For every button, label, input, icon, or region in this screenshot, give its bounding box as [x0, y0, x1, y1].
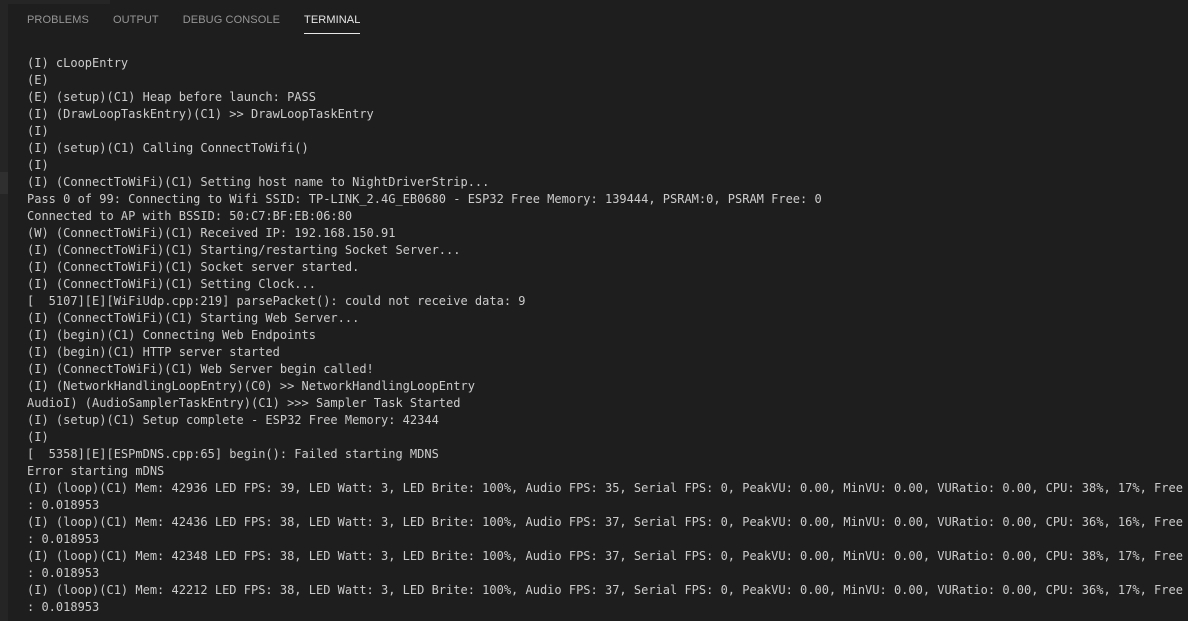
terminal-line: (I) (loop)(C1) Mem: 42936 LED FPS: 39, L… — [27, 481, 1183, 495]
terminal-line: (I) (ConnectToWiFi)(C1) Socket server st… — [27, 260, 360, 274]
terminal-line: (I) — [27, 124, 49, 138]
terminal-line: AudioI) (AudioSamplerTaskEntry)(C1) >>> … — [27, 396, 461, 410]
terminal-line: (I) (setup)(C1) Setup complete - ESP32 F… — [27, 413, 439, 427]
terminal-line: [ 5358][E][ESPmDNS.cpp:65] begin(): Fail… — [27, 447, 439, 461]
terminal-line: : 0.018953 — [27, 600, 100, 614]
tab-terminal[interactable]: TERMINAL — [304, 0, 361, 34]
terminal-line: Error starting mDNS — [27, 464, 165, 478]
terminal-panel: PROBLEMS OUTPUT DEBUG CONSOLE TERMINAL (… — [0, 0, 1188, 621]
terminal-line: : 0.018953 — [27, 498, 100, 512]
terminal-scrollbar[interactable] — [1178, 38, 1188, 621]
terminal-line: Pass 0 of 99: Connecting to Wifi SSID: T… — [27, 192, 822, 206]
terminal-line: (I) (ConnectToWiFi)(C1) Starting/restart… — [27, 243, 461, 257]
terminal-line: (I) — [27, 430, 49, 444]
terminal-line: (I) (ConnectToWiFi)(C1) Starting Web Ser… — [27, 311, 360, 325]
tab-problems[interactable]: PROBLEMS — [27, 0, 89, 34]
terminal-line: (I) (ConnectToWiFi)(C1) Web Server begin… — [27, 362, 374, 376]
terminal-line: : 0.018953 — [27, 532, 100, 546]
terminal-output[interactable]: (I) cLoopEntry (E) (E) (setup)(C1) Heap be… — [27, 55, 1183, 621]
tab-debug-console[interactable]: DEBUG CONSOLE — [183, 0, 280, 34]
tab-output[interactable]: OUTPUT — [113, 0, 159, 34]
terminal-line: (I) (begin)(C1) HTTP server started — [27, 345, 280, 359]
left-gutter — [0, 0, 8, 621]
terminal-line: (E) (setup)(C1) Heap before launch: PASS — [27, 90, 316, 104]
terminal-line: (W) (ConnectToWiFi)(C1) Received IP: 192… — [27, 226, 396, 240]
terminal-line: (I) cLoopEntry — [27, 56, 129, 70]
panel-tab-bar: PROBLEMS OUTPUT DEBUG CONSOLE TERMINAL — [8, 0, 1188, 38]
terminal-line: (I) (begin)(C1) Connecting Web Endpoints — [27, 328, 316, 342]
terminal-line: (I) — [27, 158, 49, 172]
terminal-line: (I) (loop)(C1) Mem: 42436 LED FPS: 38, L… — [27, 515, 1183, 529]
terminal-line: (I) (loop)(C1) Mem: 42348 LED FPS: 38, L… — [27, 549, 1183, 563]
terminal-line: (I) (NetworkHandlingLoopEntry)(C0) >> Ne… — [27, 379, 475, 393]
terminal-line: (I) (loop)(C1) Mem: 42212 LED FPS: 38, L… — [27, 583, 1183, 597]
terminal-line: [ 5107][E][WiFiUdp.cpp:219] parsePacket(… — [27, 294, 526, 308]
terminal-line: Connected to AP with BSSID: 50:C7:BF:EB:… — [27, 209, 353, 223]
terminal-line: (I) (setup)(C1) Calling ConnectToWifi() — [27, 141, 309, 155]
terminal-line: (I) (ConnectToWiFi)(C1) Setting Clock... — [27, 277, 316, 291]
terminal-line: : 0.018953 — [27, 566, 100, 580]
terminal-line: (I) (DrawLoopTaskEntry)(C1) >> DrawLoopT… — [27, 107, 374, 121]
terminal-line: (E) — [27, 73, 49, 87]
gutter-marker — [0, 172, 8, 194]
terminal-line: (I) (ConnectToWiFi)(C1) Setting host nam… — [27, 175, 490, 189]
